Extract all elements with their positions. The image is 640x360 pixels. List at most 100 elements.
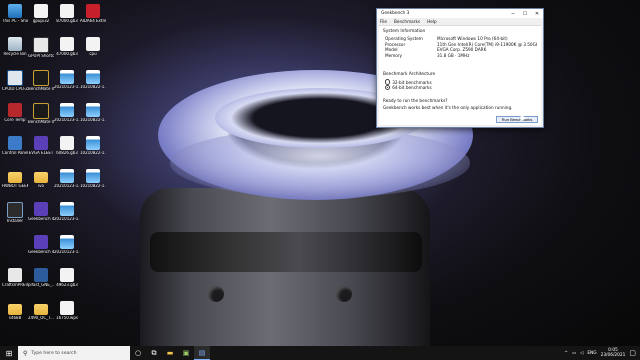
desktop-icon[interactable]: 20210123-1... xyxy=(54,169,80,189)
maximize-button[interactable]: ☐ xyxy=(519,9,531,18)
desktop-icon[interactable]: 16750.wps xyxy=(54,301,80,321)
tray-chevron-icon[interactable]: ^ xyxy=(564,351,568,356)
menu-help[interactable]: Help xyxy=(427,19,437,24)
desktop-icon[interactable]: This PC - Shortcut xyxy=(2,4,28,24)
desktop-icon[interactable]: GPUPI Shortcut xyxy=(28,37,54,59)
desktop-icon[interactable]: EVGA ELEET xyxy=(28,136,54,156)
desktop-icon-label: 10210822-1... xyxy=(80,184,106,188)
desktop-icon[interactable]: CPUID CPU-Z xyxy=(2,70,28,92)
desktop-icon[interactable]: Geekbench 4 xyxy=(28,235,54,255)
image-icon xyxy=(60,70,74,84)
desktop-icon-label: BenchMate 0.10.4 xyxy=(28,87,54,91)
folder-icon xyxy=(34,304,48,315)
radio-button-selected[interactable] xyxy=(385,84,391,91)
desktop-icon-label: 20210123-1... xyxy=(54,118,80,122)
recycle-bin-icon xyxy=(8,37,22,51)
menu-file[interactable]: File xyxy=(380,19,387,24)
desktop-icon-label: ivo xyxy=(38,184,44,188)
sysinfo-key: Processor xyxy=(385,41,406,47)
desktop-icon-label: cpu xyxy=(89,52,97,56)
desktop-icon-label: 60826.gb3 xyxy=(56,151,78,155)
search-box[interactable]: ⚲ Type here to search xyxy=(18,346,130,360)
desktop-icon[interactable]: pifast_GNE_... Shortcut xyxy=(28,268,54,288)
benchmate-icon xyxy=(33,70,49,86)
radio-button[interactable] xyxy=(385,79,391,85)
desktop-icon-label: Geekbench 4 xyxy=(28,250,54,254)
clock[interactable]: 0:05 23/06/2021 xyxy=(601,348,626,358)
desktop-icon[interactable]: 47000.gb3 xyxy=(54,37,80,57)
radio-64bit[interactable]: 64-bit benchmarks xyxy=(383,84,537,91)
desktop-icon[interactable]: 60826.gb3 xyxy=(54,136,80,156)
notification-icon[interactable]: ▢ xyxy=(629,349,636,357)
desktop-icon[interactable]: s4688 xyxy=(2,301,28,321)
taskbar-app-icon[interactable]: ▣ xyxy=(178,346,194,360)
window-titlebar[interactable]: Geekbench 3 ─ ☐ ✕ xyxy=(377,9,543,18)
desktop-icon[interactable]: Recycle Bin xyxy=(2,37,28,57)
language-indicator[interactable]: ENG xyxy=(587,351,596,356)
desktop-icon[interactable]: 87000.gb3 xyxy=(54,4,80,24)
cortana-icon[interactable]: ○ xyxy=(130,346,146,360)
control-panel-icon xyxy=(8,136,22,150)
desktop-icon[interactable]: 10210822-1... xyxy=(80,169,106,189)
desktop-icon[interactable]: cpu xyxy=(80,37,106,57)
desktop-icon[interactable]: Core Temp xyxy=(2,103,28,123)
desktop-icon[interactable]: 10210822-1... xyxy=(80,136,106,156)
desktop-icon[interactable]: 2490_OC_T... xyxy=(28,301,54,321)
desktop-icon-label: 87000.gb3 xyxy=(56,19,78,23)
desktop-icon[interactable]: 10210822-1... xyxy=(80,70,106,90)
desktop-icon[interactable]: Installer xyxy=(2,202,28,224)
radio-label: 64-bit benchmarks xyxy=(392,84,432,90)
search-placeholder: Type here to search xyxy=(31,350,77,356)
wallpaper-pipe-band xyxy=(150,232,422,272)
desktop-icon-label: 20210123-1... xyxy=(54,85,80,89)
network-icon[interactable]: ▭ xyxy=(572,351,576,356)
craftsm-icon xyxy=(8,268,22,282)
desktop-icon[interactable]: Control Panel xyxy=(2,136,28,156)
volume-icon[interactable]: ◁ xyxy=(580,351,583,356)
file-explorer-icon[interactable]: ▬ xyxy=(162,346,178,360)
desktop-icon[interactable]: ivo xyxy=(28,169,54,189)
desktop-icon[interactable]: CraftsmPREV... xyxy=(2,268,28,288)
desktop-icon[interactable]: 20210123-1... xyxy=(54,103,80,123)
folder-icon xyxy=(8,304,22,315)
desktop-icon[interactable]: gpupi32 xyxy=(28,4,54,24)
desktop-icon[interactable]: AIDA64 Extreme xyxy=(80,4,106,24)
windows-icon[interactable]: ⊞ xyxy=(0,346,18,360)
sysinfo-value: 31.8 GB · 1MHz xyxy=(437,53,470,59)
run-benchmarks-button[interactable]: Run Benchmarks xyxy=(496,116,538,123)
desktop-icon-label: HWBOT GEEK... xyxy=(2,184,28,188)
arch-heading: Benchmark Architecture xyxy=(383,72,436,78)
desktop-icon[interactable]: 20210123-1... xyxy=(54,235,80,255)
desktop-icon[interactable]: 49623.gb3 xyxy=(54,268,80,288)
desktop-icon[interactable]: Geekbench 4 xyxy=(28,202,54,222)
image-icon xyxy=(60,235,74,249)
core-temp-icon xyxy=(8,103,22,117)
menu-benchmarks[interactable]: Benchmarks xyxy=(394,19,420,24)
desktop-icon-label: 10210822-1... xyxy=(80,85,106,89)
desktop-icon-label: 49623.gb3 xyxy=(56,283,78,287)
sysinfo-key: Operating System xyxy=(385,36,423,42)
desktop-icon[interactable]: BenchMate 0.10.4 (H... xyxy=(28,103,54,125)
menu-bar: File Benchmarks Help xyxy=(377,18,543,25)
close-button[interactable]: ✕ xyxy=(531,9,543,18)
window-title: Geekbench 3 xyxy=(381,11,410,16)
graphics-card-icon xyxy=(7,202,23,218)
desktop-icon[interactable]: 10210822-1... xyxy=(80,103,106,123)
minimize-button[interactable]: ─ xyxy=(507,9,519,18)
desktop-icon-label: pifast_GNE_... Shortcut xyxy=(28,283,54,287)
desktop-icon-label: Recycle Bin xyxy=(3,52,27,56)
task-view-icon[interactable]: ⧉ xyxy=(146,346,162,360)
geekbench-taskbar-icon[interactable]: ▤ xyxy=(194,346,210,360)
desktop-icon[interactable]: HWBOT GEEK... xyxy=(2,169,28,189)
clock-date: 23/06/2021 xyxy=(600,353,626,358)
desktop-icon[interactable]: 20210123-1... xyxy=(54,202,80,222)
wallpaper-bolt xyxy=(336,286,352,302)
desktop-icon[interactable]: BenchMate 0.10.4 xyxy=(28,70,54,92)
desktop-icon-label: 16750.wps xyxy=(56,316,78,320)
sysinfo-key: Memory xyxy=(385,53,403,59)
ready-text: Ready to run the benchmarks? xyxy=(383,98,448,104)
desktop-icon[interactable]: 20210123-1... xyxy=(54,70,80,90)
file-icon xyxy=(60,268,74,282)
geekbench-window[interactable]: Geekbench 3 ─ ☐ ✕ File Benchmarks Help S… xyxy=(376,8,544,128)
geekbench-icon xyxy=(34,235,48,249)
